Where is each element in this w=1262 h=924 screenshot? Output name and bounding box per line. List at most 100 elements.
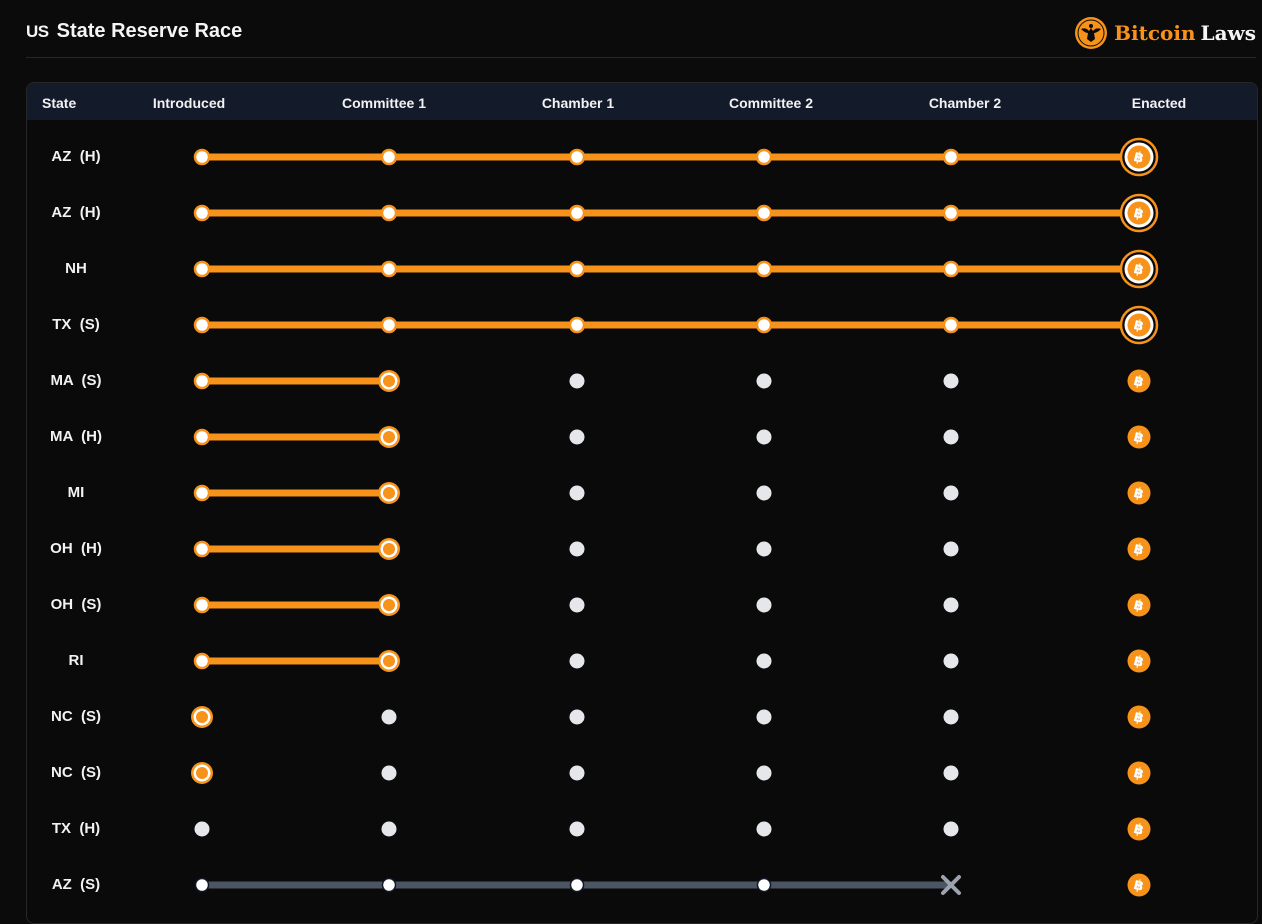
pending-stage-node [943,821,959,837]
completed-stage-node [193,148,211,166]
current-stage-node [378,426,400,448]
completed-stage-node [942,148,960,166]
pending-stage-node [569,597,585,613]
pending-stage-node [569,709,585,725]
completed-stage-node [568,148,586,166]
completed-stage-node [380,204,398,222]
completed-stage-node [942,204,960,222]
progress-track: ฿ [193,305,1159,345]
pending-stage-node [756,541,772,557]
column-header-chamber-2: Chamber 2 [928,95,1002,111]
completed-stage-node [568,316,586,334]
bitcoin-icon: ฿ [1119,193,1159,233]
pending-stage-node [569,485,585,501]
completed-stage-node [193,372,211,390]
table-row[interactable]: AZ (H) ฿ [27,129,1257,185]
table-row[interactable]: MA (H) ฿ [27,409,1257,465]
current-stage-node [378,594,400,616]
pending-stage-node [943,709,959,725]
bitcoin-icon: ฿ [1127,649,1151,673]
progress-track: ฿ [194,817,1151,841]
completed-stage-node [193,428,211,446]
pending-stage-node [381,821,397,837]
bitcoin-icon: ฿ [1119,137,1159,177]
pending-stage-node [756,709,772,725]
table-row[interactable]: MA (S) ฿ [27,353,1257,409]
progress-track: ฿ [193,425,1151,449]
bitcoin-icon: ฿ [1127,593,1151,617]
completed-stage-node [380,260,398,278]
pending-stage-node [943,597,959,613]
table-row[interactable]: TX (S) ฿ [27,297,1257,353]
completed-stage-node [380,148,398,166]
current-stage-node [191,706,213,728]
table-row[interactable]: AZ (S) ฿ [27,857,1257,913]
pending-stage-node [569,429,585,445]
bitcoin-icon: ฿ [1127,425,1151,449]
progress-track: ฿ [194,873,1151,897]
progress-track: ฿ [193,481,1151,505]
bitcoin-icon: ฿ [1127,705,1151,729]
pending-stage-node [756,653,772,669]
completed-stage-node [380,316,398,334]
current-stage-node [378,650,400,672]
completed-stage-node [755,260,773,278]
column-header-committee-2: Committee 2 [728,95,814,111]
progress-track: ฿ [191,761,1151,785]
column-header-chamber-1: Chamber 1 [541,95,615,111]
pending-stage-node [569,765,585,781]
table-row[interactable]: NH ฿ [27,241,1257,297]
race-table: State Introduced Committee 1 Chamber 1 C… [26,82,1258,924]
pending-stage-node [381,765,397,781]
table-row[interactable]: NC (S) ฿ [27,689,1257,745]
table-row[interactable]: OH (S) ฿ [27,577,1257,633]
completed-stage-node [942,260,960,278]
pending-stage-node [756,597,772,613]
eagle-seal-icon [1075,17,1108,49]
progress-track: ฿ [193,249,1159,289]
progress-track: ฿ [193,137,1159,177]
column-header-introduced: Introduced [152,95,226,111]
table-row[interactable]: TX (H) ฿ [27,801,1257,857]
completed-stage-node [193,484,211,502]
column-header-state: State [42,95,77,111]
bitcoin-icon: ฿ [1119,305,1159,345]
table-row[interactable]: MI ฿ [27,465,1257,521]
completed-stage-node [755,316,773,334]
page-header: US State Reserve Race Bitcoin Laws [0,0,1262,58]
table-row[interactable]: AZ (H) ฿ [27,185,1257,241]
pending-stage-node [381,709,397,725]
pending-stage-node [756,429,772,445]
current-stage-node [378,370,400,392]
bitcoin-icon: ฿ [1127,537,1151,561]
completed-stage-node [193,652,211,670]
table-row[interactable]: NC (S) ฿ [27,745,1257,801]
header-divider [26,57,1256,58]
pending-stage-node [756,821,772,837]
completed-stage-node [756,877,772,893]
pending-stage-node [569,373,585,389]
table-row[interactable]: OH (H) ฿ [27,521,1257,577]
current-stage-node [378,482,400,504]
bitcoin-icon: ฿ [1127,481,1151,505]
completed-stage-node [755,204,773,222]
completed-stage-node [193,260,211,278]
brand-logo-link[interactable]: Bitcoin Laws [1074,16,1256,50]
progress-track: ฿ [193,537,1151,561]
bitcoin-icon: ฿ [1127,761,1151,785]
completed-stage-node [194,877,210,893]
brand-name-bitcoin: Bitcoin [1114,21,1196,45]
pending-stage-node [569,541,585,557]
table-header: State Introduced Committee 1 Chamber 1 C… [27,83,1257,120]
pending-stage-node [756,765,772,781]
progress-track: ฿ [193,193,1159,233]
completed-stage-node [569,877,585,893]
completed-stage-node [568,260,586,278]
table-row[interactable]: RI ฿ [27,633,1257,689]
pending-stage-node [943,485,959,501]
completed-stage-node [193,204,211,222]
column-header-committee-1: Committee 1 [341,95,427,111]
title-group: US State Reserve Race [26,20,242,43]
completed-stage-node [568,204,586,222]
pending-stage-node [569,821,585,837]
